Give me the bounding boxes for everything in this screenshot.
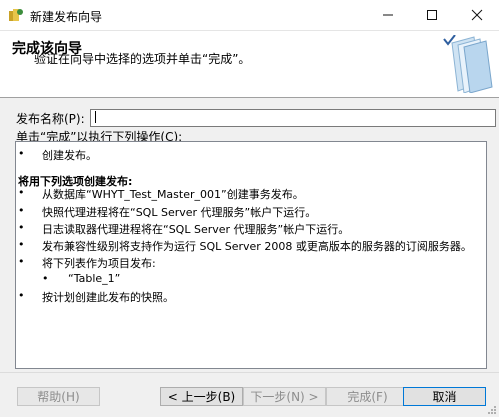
wizard-header: 完成该向导 验证在向导中选择的选项并单击“完成”。 [0,31,499,98]
minimize-button[interactable] [366,0,410,30]
text-caret [95,111,96,123]
maximize-button[interactable] [410,0,454,30]
cancel-button[interactable]: 取消 [403,387,486,406]
button-bar: 帮助(H) < 上一步(B) 下一步(N) > 完成(F) 取消 [0,372,499,417]
help-button[interactable]: 帮助(H) [17,387,100,406]
title-bar: 新建发布向导 [0,0,499,31]
resize-grip-icon[interactable] [487,405,497,415]
wizard-app-icon [9,9,23,21]
page-subtitle: 验证在向导中选择的选项并单击“完成”。 [34,52,251,66]
minimize-icon [383,14,393,16]
publication-name-label: 发布名称(P): [16,112,85,126]
finish-button[interactable]: 完成(F) [326,387,409,406]
publication-name-input[interactable] [90,109,496,127]
close-button[interactable] [455,0,499,30]
window-title: 新建发布向导 [30,10,103,24]
actions-textbox[interactable]: • 创建发布。 将用下列选项创建发布: • 从数据库“WHYT_Test_Maste… [15,141,487,369]
close-icon [471,9,483,21]
maximize-icon [427,10,437,20]
wizard-book-icon [443,35,493,93]
next-button[interactable]: 下一步(N) > [243,387,326,406]
back-button[interactable]: < 上一步(B) [160,387,243,406]
